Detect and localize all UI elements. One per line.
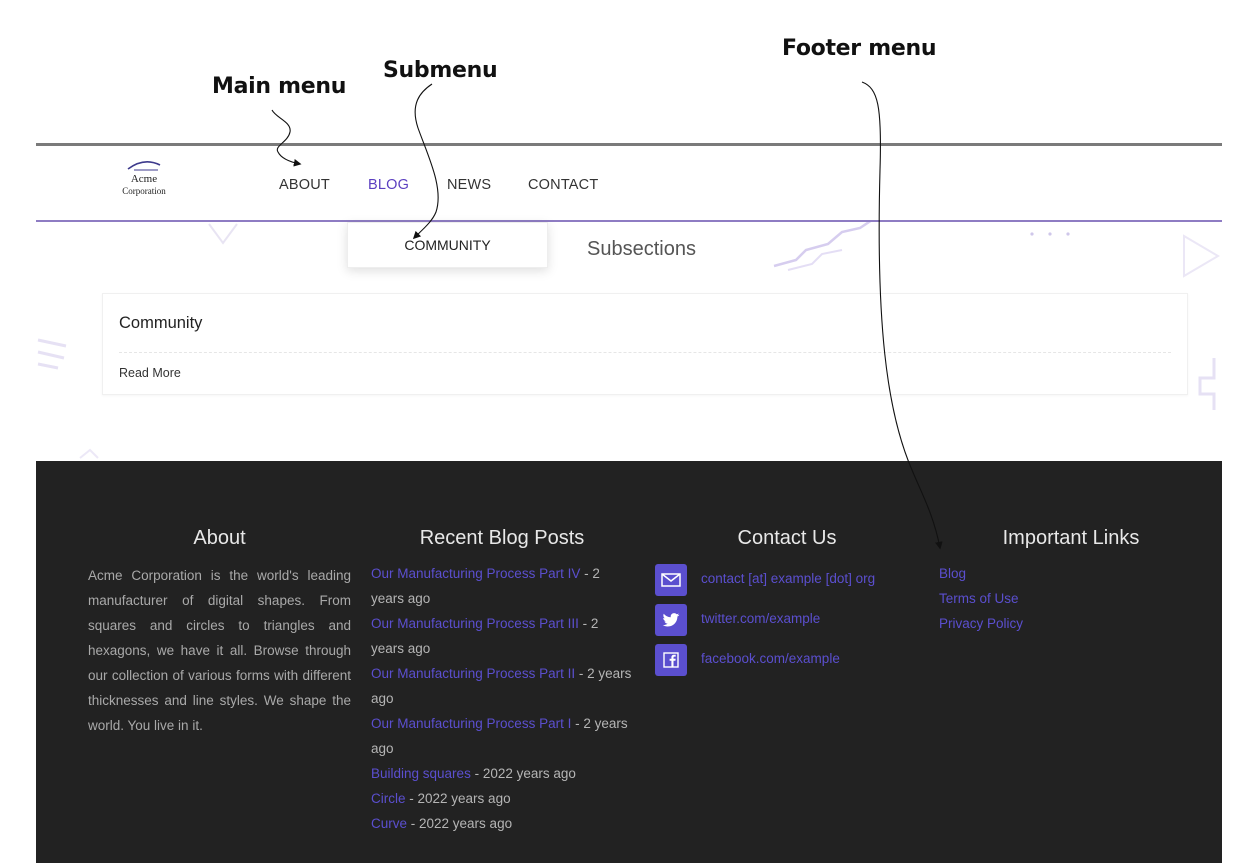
list-item: Our Manufacturing Process Part IV - 2 ye… xyxy=(371,561,633,611)
footer-contact-title: Contact Us xyxy=(737,527,837,549)
logo-arc-icon xyxy=(127,161,161,171)
main-navbar: Acme Corporation ABOUT BLOG NEWS CONTACT xyxy=(36,146,1222,222)
post-link[interactable]: Our Manufacturing Process Part II xyxy=(371,666,575,681)
nav-item-contact[interactable]: CONTACT xyxy=(528,177,598,193)
footer-link-blog[interactable]: Blog xyxy=(939,561,1023,586)
logo[interactable]: Acme Corporation xyxy=(112,159,176,196)
nav-item-about[interactable]: ABOUT xyxy=(279,177,330,193)
subsection-card: Community Read More xyxy=(102,293,1188,395)
list-item: Our Manufacturing Process Part III - 2 y… xyxy=(371,611,633,661)
post-age: - 2022 years ago xyxy=(405,791,511,806)
facebook-icon xyxy=(655,644,687,676)
footer-about-title: About xyxy=(193,527,246,549)
list-item: Building squares - 2022 years ago xyxy=(371,761,633,786)
footer-link-terms[interactable]: Terms of Use xyxy=(939,586,1023,611)
website-frame: Acme Corporation ABOUT BLOG NEWS CONTACT… xyxy=(36,143,1222,863)
list-item: Our Manufacturing Process Part II - 2 ye… xyxy=(371,661,633,711)
post-link[interactable]: Curve xyxy=(371,816,407,831)
post-link[interactable]: Our Manufacturing Process Part IV xyxy=(371,566,580,581)
footer-about-text: Acme Corporation is the world's leading … xyxy=(88,568,351,733)
list-item: Circle - 2022 years ago xyxy=(371,786,633,811)
footer: About Acme Corporation is the world's le… xyxy=(36,461,1222,863)
list-item: Our Manufacturing Process Part I - 2 yea… xyxy=(371,711,633,761)
submenu-item-community[interactable]: COMMUNITY xyxy=(348,237,547,253)
callout-submenu: Submenu xyxy=(383,58,498,83)
card-divider xyxy=(119,352,1171,353)
twitter-icon xyxy=(655,604,687,636)
mail-icon xyxy=(655,564,687,596)
footer-link-privacy[interactable]: Privacy Policy xyxy=(939,611,1023,636)
logo-name: Acme xyxy=(130,173,158,185)
nav-item-blog[interactable]: BLOG xyxy=(368,177,409,193)
blog-submenu: COMMUNITY xyxy=(347,222,548,268)
contact-facebook-link[interactable]: facebook.com/example xyxy=(701,651,840,666)
footer-posts-title: Recent Blog Posts xyxy=(419,527,585,549)
contact-twitter-link[interactable]: twitter.com/example xyxy=(701,611,820,626)
post-link[interactable]: Our Manufacturing Process Part I xyxy=(371,716,571,731)
post-age: - 2022 years ago xyxy=(470,766,576,781)
callout-main-menu: Main menu xyxy=(212,74,347,99)
logo-subtitle: Corporation xyxy=(122,186,166,196)
post-link[interactable]: Circle xyxy=(371,791,406,806)
contact-email-link[interactable]: contact [at] example [dot] org xyxy=(701,571,875,586)
nav-item-news[interactable]: NEWS xyxy=(447,177,491,193)
recent-posts-list: Our Manufacturing Process Part IV - 2 ye… xyxy=(371,561,633,836)
page-title: Subsections xyxy=(587,238,696,260)
post-age: - 2022 years ago xyxy=(407,816,513,831)
card-title[interactable]: Community xyxy=(119,314,202,333)
read-more-link[interactable]: Read More xyxy=(119,366,181,380)
post-link[interactable]: Our Manufacturing Process Part III xyxy=(371,616,579,631)
footer-menu: Blog Terms of Use Privacy Policy xyxy=(939,561,1023,636)
footer-links-title: Important Links xyxy=(1002,527,1140,549)
list-item: Curve - 2022 years ago xyxy=(371,811,633,836)
post-link[interactable]: Building squares xyxy=(371,766,471,781)
callout-footer-menu: Footer menu xyxy=(782,36,937,61)
